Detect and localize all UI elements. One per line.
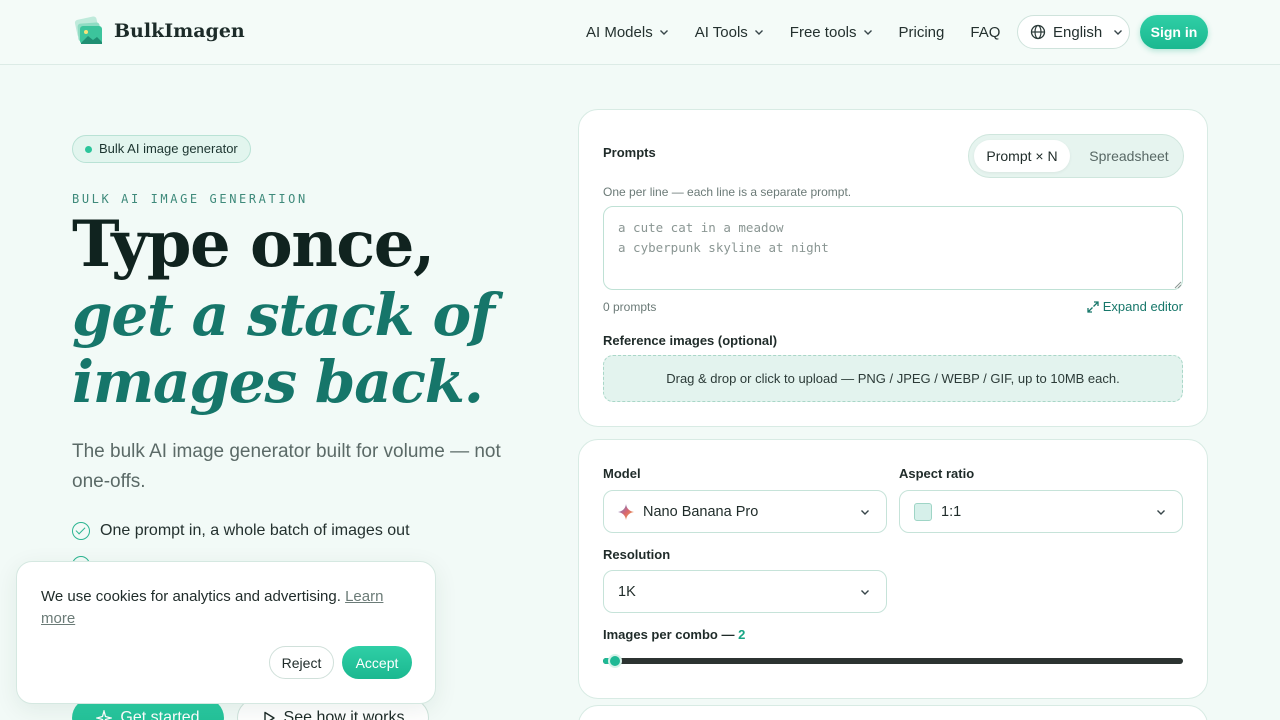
aspect-ratio-select[interactable]: 1:1	[899, 490, 1183, 533]
language-selector[interactable]: English	[1017, 15, 1130, 49]
nav-pricing-label: Pricing	[898, 23, 945, 41]
expand-editor-link[interactable]: Expand editor	[1087, 299, 1183, 314]
aspect-ratio-label: Aspect ratio	[899, 466, 975, 481]
reference-image-dropzone[interactable]: Drag & drop or click to upload — PNG / J…	[603, 355, 1183, 402]
chevron-down-icon	[1114, 30, 1123, 35]
aspect-square-icon	[914, 502, 932, 521]
reject-cookies-button[interactable]: Reject	[269, 646, 334, 679]
gemini-sparkle-icon	[618, 503, 634, 520]
model-label: Model	[603, 466, 641, 481]
main-nav: AI Models AI Tools Free tools Pricing FA…	[586, 0, 1026, 64]
nav-ai-models-label: AI Models	[586, 23, 653, 41]
language-label: English	[1053, 23, 1103, 41]
resolution-select[interactable]: 1K	[603, 570, 887, 613]
top-header: BulkImagen AI Models AI Tools Free tools…	[0, 0, 1280, 65]
tab-prompt-x-n[interactable]: Prompt × N	[974, 140, 1070, 172]
aspect-ratio-value: 1:1	[941, 503, 962, 520]
see-how-it-works-label: See how it works	[283, 709, 405, 720]
cookie-message: We use cookies for analytics and adverti…	[41, 588, 341, 605]
model-value: Nano Banana Pro	[643, 503, 759, 520]
tab-spreadsheet[interactable]: Spreadsheet	[1078, 140, 1180, 172]
prompts-textarea[interactable]: a cute cat in a meadow a cyberpunk skyli…	[603, 206, 1183, 290]
nav-free-tools[interactable]: Free tools	[790, 24, 873, 41]
nav-free-tools-label: Free tools	[789, 23, 857, 41]
hero-title: Type once,	[72, 207, 435, 282]
nav-faq[interactable]: FAQ	[970, 24, 1000, 41]
next-card	[578, 705, 1208, 720]
expand-icon	[1087, 300, 1099, 313]
model-select[interactable]: Nano Banana Pro	[603, 490, 887, 533]
hero-subtitle: The bulk AI image generator built for vo…	[72, 441, 501, 492]
hero-title-line3: images back.	[72, 348, 484, 416]
brand-logo[interactable]: BulkImagen	[72, 16, 245, 46]
sparkle-icon	[96, 710, 113, 720]
hero-title-line2: get a stack of	[72, 281, 495, 349]
images-per-combo-text: Images per combo —	[603, 627, 735, 642]
prompts-label: Prompts	[603, 145, 656, 160]
slider-thumb[interactable]	[607, 654, 622, 668]
feature-item: One prompt in, a whole batch of images o…	[72, 522, 410, 540]
expand-editor-label: Expand editor	[1102, 299, 1183, 314]
nav-faq-label: FAQ	[970, 23, 1001, 41]
settings-card: Model Nano Banana Pro Aspect ratio 1:1 R…	[578, 439, 1208, 699]
brand-name: BulkImagen	[114, 20, 245, 42]
hero-badge: Bulk AI image generator	[72, 135, 251, 163]
prompt-count: 0 prompts	[603, 300, 657, 314]
nav-ai-tools-label: AI Tools	[694, 23, 748, 41]
cookie-banner: We use cookies for analytics and adverti…	[16, 561, 436, 704]
prompt-mode-toggle: Prompt × N Spreadsheet	[968, 134, 1184, 178]
prompts-hint: One per line — each line is a separate p…	[603, 185, 852, 199]
sign-in-button[interactable]: Sign in	[1140, 15, 1208, 49]
globe-icon	[1030, 24, 1046, 40]
feature-text: One prompt in, a whole batch of images o…	[100, 522, 410, 539]
resolution-value: 1K	[618, 583, 636, 600]
check-circle-icon	[72, 522, 90, 540]
resize-handle-icon[interactable]	[1174, 281, 1182, 289]
prompts-card: Prompts Prompt × N Spreadsheet One per l…	[578, 109, 1208, 427]
chevron-down-icon	[754, 30, 763, 35]
resolution-label: Resolution	[603, 547, 671, 562]
chevron-down-icon	[861, 510, 869, 515]
logo-stack-icon	[72, 16, 104, 46]
images-per-combo-slider[interactable]	[603, 654, 1183, 668]
reference-images-label: Reference images (optional)	[603, 333, 778, 348]
nav-pricing[interactable]: Pricing	[899, 24, 945, 41]
nav-ai-models[interactable]: AI Models	[586, 24, 669, 41]
get-started-label: Get started	[120, 709, 200, 720]
chevron-down-icon	[1157, 510, 1165, 515]
chevron-down-icon	[863, 30, 872, 35]
cookie-text: We use cookies for analytics and adverti…	[41, 586, 411, 630]
hero-title-accent: get a stack of images back.	[72, 282, 592, 416]
hero-eyebrow: BULK AI IMAGE GENERATION	[72, 192, 308, 206]
chevron-down-icon	[861, 590, 869, 595]
accept-cookies-button[interactable]: Accept	[342, 646, 412, 679]
nav-ai-tools[interactable]: AI Tools	[695, 24, 764, 41]
play-icon	[263, 711, 275, 720]
images-per-combo-label: Images per combo — 2	[603, 627, 745, 642]
chevron-down-icon	[659, 30, 668, 35]
images-per-combo-value: 2	[738, 627, 746, 642]
